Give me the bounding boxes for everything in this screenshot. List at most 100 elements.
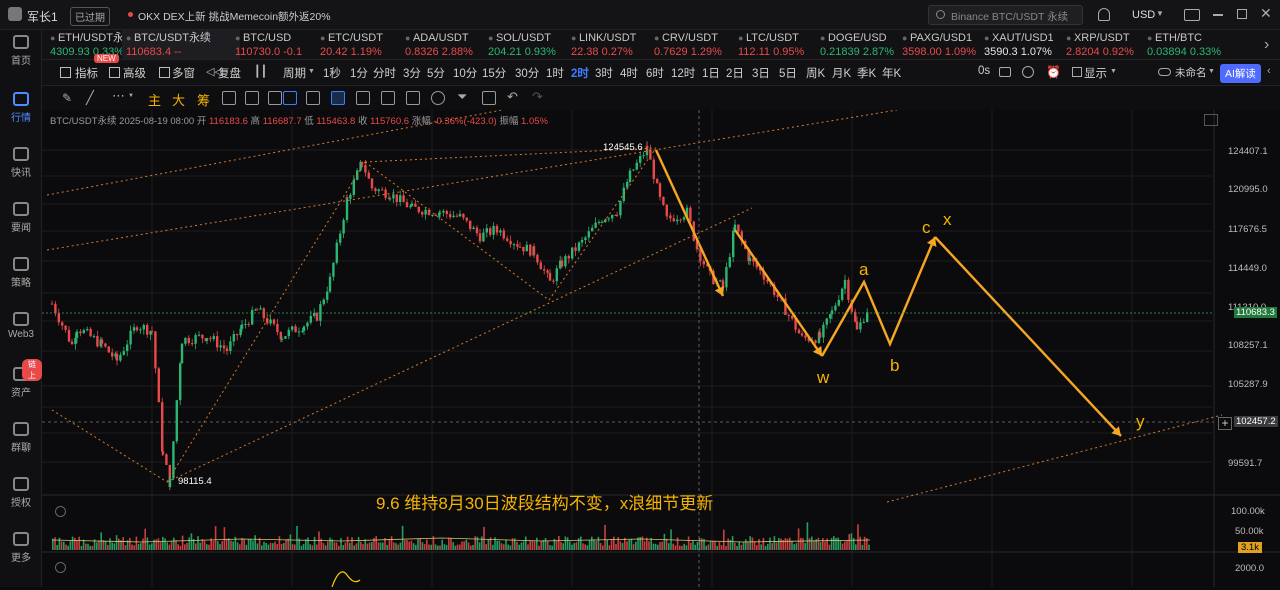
timeframe-2[interactable]: 分时 — [373, 65, 396, 81]
pencil-icon[interactable]: ✎ — [62, 91, 72, 105]
measure-icon[interactable] — [406, 91, 420, 105]
timeframe-4[interactable]: 5分 — [427, 65, 445, 81]
tool-chips[interactable]: 筹 — [197, 90, 210, 109]
timeframe-9[interactable]: 2时 — [571, 65, 589, 81]
display-button[interactable]: 显示 — [1084, 65, 1107, 81]
sidebar-item-more[interactable]: 更多 — [0, 532, 42, 564]
timeframe-8[interactable]: 1时 — [546, 65, 564, 81]
ticker-xrpusdt[interactable]: ● XRP/USDT 2.8204 0.92% — [1066, 30, 1146, 59]
ticker-ltcusdt[interactable]: ● LTC/USDT 112.11 0.95% — [738, 30, 818, 59]
delete-icon[interactable] — [482, 91, 496, 105]
mail-icon[interactable] — [1184, 9, 1200, 21]
close-icon[interactable]: ✕ — [1260, 5, 1272, 22]
more-dots-icon[interactable]: ⋯ — [112, 88, 125, 104]
timeframe-15[interactable]: 2日 — [726, 65, 744, 81]
sidebar-item-chat[interactable]: 群聊 — [0, 422, 42, 454]
sidebar-item-article[interactable]: 要闻 — [0, 202, 42, 234]
bell-icon[interactable] — [1098, 8, 1110, 21]
timeframe-3[interactable]: 3分 — [403, 65, 421, 81]
timeframe-0[interactable]: 1秒 — [323, 65, 341, 81]
timeframe-19[interactable]: 月K — [832, 65, 851, 81]
news-ticker[interactable]: OKX DEX上新 挑战Memecoin额外返20% — [138, 9, 331, 24]
alert-icon[interactable]: ⏰ — [1046, 65, 1061, 79]
candle-icon[interactable]: ┃┃ — [254, 65, 267, 78]
search-input[interactable]: Binance BTC/USDT 永续 — [951, 9, 1068, 24]
trash-icon[interactable] — [268, 91, 282, 105]
sidebar-item-key[interactable]: 授权 — [0, 477, 42, 509]
cursor-icon[interactable] — [283, 91, 297, 105]
ticker-solusdt[interactable]: ● SOL/USDT 204.21 0.93% — [488, 30, 568, 59]
timeframe-6[interactable]: 15分 — [482, 65, 506, 81]
ticker-linkusdt[interactable]: ● LINK/USDT 22.38 0.27% — [571, 30, 651, 59]
timeframe-21[interactable]: 年K — [882, 65, 901, 81]
fib-icon[interactable] — [381, 91, 395, 105]
replay-button[interactable]: 复盘 — [218, 65, 241, 81]
chart-canvas[interactable] — [42, 109, 1280, 588]
ticker-xautusd1[interactable]: ● XAUT/USD1 3590.3 1.07% — [984, 30, 1064, 59]
settings-icon[interactable] — [55, 562, 66, 573]
sidebar-item-news[interactable]: 快讯 — [0, 147, 42, 179]
ticker-dogeusd[interactable]: ● DOGE/USD 0.21839 2.87% — [820, 30, 900, 59]
timeframe-10[interactable]: 3时 — [595, 65, 613, 81]
timeframe-12[interactable]: 6时 — [646, 65, 664, 81]
currency-select[interactable]: USD — [1132, 9, 1155, 21]
add-alert-icon[interactable]: + — [1218, 417, 1232, 430]
eraser-icon[interactable] — [306, 91, 320, 105]
undo-icon[interactable]: ↶ — [507, 89, 518, 105]
candle-body — [469, 220, 472, 230]
brush-icon[interactable] — [331, 91, 345, 105]
timeframe-13[interactable]: 12时 — [671, 65, 695, 81]
timeframe-18[interactable]: 周K — [806, 65, 825, 81]
multi-window-button[interactable]: 多窗 — [172, 65, 195, 81]
timeframe-5[interactable]: 10分 — [453, 65, 477, 81]
search-box[interactable]: Binance BTC/USDT 永续 — [928, 5, 1083, 25]
ticker-etcusdt[interactable]: ● ETC/USDT 20.42 1.19% — [320, 30, 400, 59]
timeframe-1[interactable]: 1分 — [350, 65, 368, 81]
redo-icon[interactable]: ↷ — [532, 89, 543, 105]
maximize-icon[interactable] — [1237, 9, 1247, 19]
period-button[interactable]: 周期 — [283, 65, 306, 81]
timeframe-16[interactable]: 3日 — [752, 65, 770, 81]
sidebar-item-home[interactable]: 首页 — [0, 35, 42, 67]
app-title[interactable]: 军长1 — [27, 8, 58, 25]
ticker-adausdt[interactable]: ● ADA/USDT 0.8326 2.88% — [405, 30, 485, 59]
layers-icon[interactable] — [222, 91, 236, 105]
settings-icon[interactable] — [55, 506, 66, 517]
volume-bar — [767, 543, 769, 550]
settings-icon[interactable] — [1022, 66, 1034, 78]
timeframe-17[interactable]: 5日 — [779, 65, 797, 81]
indicator-button[interactable]: 指标 — [75, 65, 98, 81]
ticker-ethbtc[interactable]: ● ETH/BTC 0.03894 0.33% — [1147, 30, 1227, 59]
camera-icon[interactable] — [999, 67, 1011, 77]
sidebar-item-chart[interactable]: 行情 — [0, 92, 42, 124]
timeframe-7[interactable]: 30分 — [515, 65, 539, 81]
pattern-icon[interactable] — [356, 91, 370, 105]
fullscreen-icon[interactable] — [1204, 114, 1218, 126]
ticker-paxgusd1[interactable]: ● PAXG/USD1 3598.00 1.09% — [902, 30, 982, 59]
volume-bar — [239, 544, 241, 550]
advanced-button[interactable]: 高级 — [123, 65, 146, 81]
tool-large[interactable]: 大 — [172, 90, 185, 109]
minimize-icon[interactable] — [1213, 14, 1223, 16]
ticker-btcusd[interactable]: ● BTC/USD 110730.0 -0.1 — [235, 30, 315, 59]
timeframe-11[interactable]: 4时 — [620, 65, 638, 81]
sidebar-item-strategy[interactable]: 策略 — [0, 257, 42, 289]
wave-projection-line — [934, 236, 1122, 437]
timeframe-20[interactable]: 季K — [857, 65, 876, 81]
candle-body — [119, 354, 122, 361]
tool-main[interactable]: 主 — [148, 90, 161, 109]
timeframe-14[interactable]: 1日 — [702, 65, 720, 81]
ai-button[interactable]: AI解读 — [1220, 64, 1261, 83]
collapse-icon[interactable]: ‹ — [1267, 65, 1271, 77]
scroll-right-icon[interactable]: › — [1264, 36, 1269, 54]
ruler-icon[interactable] — [245, 91, 259, 105]
ticker-btcusdt[interactable]: ● BTC/USDT永续 110683.4 -- — [122, 30, 240, 59]
ticker-crvusdt[interactable]: ● CRV/USDT 0.7629 1.29% — [654, 30, 734, 59]
filter-icon[interactable]: ⏷ — [457, 89, 467, 105]
magnet-icon[interactable] — [431, 91, 445, 105]
sidebar-item-wallet[interactable]: 资产 链上 — [0, 359, 42, 399]
layout-name[interactable]: 未命名 — [1175, 65, 1207, 80]
line-tool-icon[interactable]: ╱ — [86, 90, 94, 106]
sidebar-item-web3[interactable]: Web3 — [0, 312, 42, 340]
price-chart[interactable]: BTC/USDT永续 2025-08-19 08:00 开 116183.6 高… — [42, 109, 1280, 588]
